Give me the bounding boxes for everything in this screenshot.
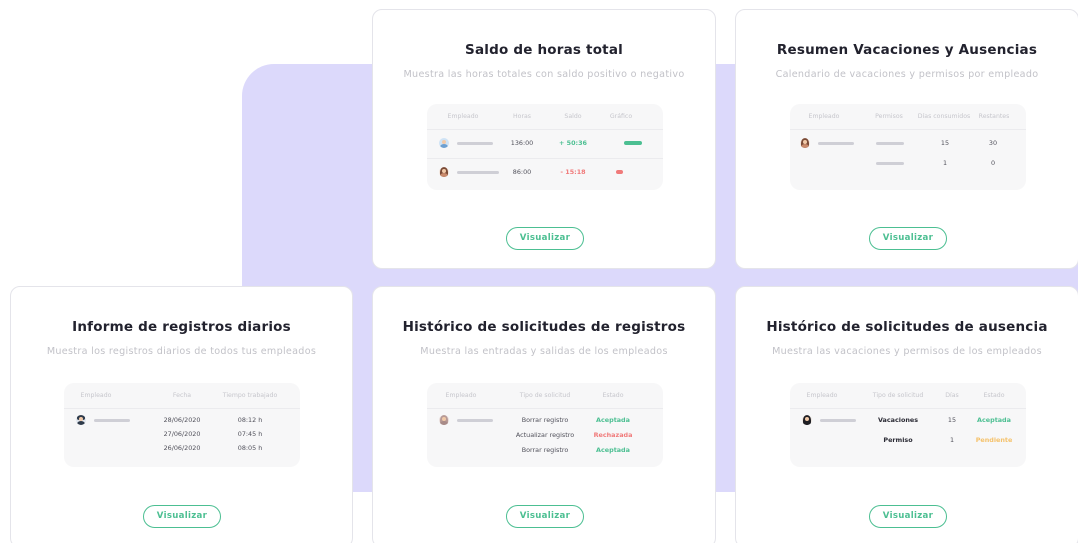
- status-badge: Pendiente: [975, 436, 1013, 444]
- request-type: Actualizar registro: [515, 431, 575, 439]
- card-historico-ausencia: Histórico de solicitudes de ausencia Mue…: [735, 286, 1078, 543]
- column-header: Días consumidos: [917, 113, 971, 120]
- column-header: Permisos: [875, 113, 903, 120]
- date-value: 27/06/2020: [163, 430, 201, 438]
- table-header: Empleado Tipo de solicitud Días Estado: [790, 383, 1026, 409]
- status-badge: Aceptada: [977, 416, 1011, 424]
- card-title: Resumen Vacaciones y Ausencias: [776, 42, 1038, 58]
- status-badge: Aceptada: [596, 446, 630, 454]
- column-header: Empleado: [447, 113, 479, 120]
- time-value: 08:05 h: [237, 444, 263, 452]
- preview-table: Empleado Fecha Tiempo trabajado 28/06/20…: [64, 383, 300, 467]
- card-informe-registros: Informe de registros diarios Muestra los…: [10, 286, 353, 543]
- table-header: Empleado Horas Saldo Gráfico: [427, 104, 663, 130]
- employee-name-placeholder: [457, 171, 499, 174]
- column-header: Tipo de solicitud: [872, 392, 924, 399]
- column-header: Empleado: [808, 113, 840, 120]
- time-value: 07:45 h: [237, 430, 263, 438]
- column-header: Tiempo trabajado: [222, 392, 278, 399]
- column-header: Empleado: [80, 392, 112, 399]
- avatar-icon: [76, 415, 86, 425]
- column-header: Gráfico: [609, 113, 633, 120]
- preview-table: Empleado Tipo de solicitud Estado Borrar…: [427, 383, 663, 467]
- permission-placeholder: [876, 162, 904, 165]
- card-description: Calendario de vacaciones y permisos por …: [775, 69, 1039, 80]
- date-value: 28/06/2020: [163, 416, 201, 424]
- days-consumed: 1: [942, 159, 948, 167]
- status-badge: Rechazada: [593, 431, 633, 439]
- days-consumed: 15: [940, 139, 950, 147]
- card-title: Informe de registros diarios: [72, 319, 291, 335]
- card-title: Histórico de solicitudes de registros: [402, 319, 686, 335]
- column-header: Estado: [602, 392, 624, 399]
- avatar-icon: [439, 138, 449, 148]
- request-type: Borrar registro: [521, 446, 569, 454]
- column-header: Saldo: [564, 113, 582, 120]
- visualizar-button[interactable]: Visualizar: [869, 227, 947, 250]
- column-header: Fecha: [172, 392, 192, 399]
- days-remaining: 30: [988, 139, 998, 147]
- days-remaining: 0: [990, 159, 996, 167]
- card-title: Histórico de solicitudes de ausencia: [766, 319, 1048, 335]
- hours-value: 136:00: [510, 139, 534, 147]
- preview-table: Empleado Tipo de solicitud Días Estado V…: [790, 383, 1026, 467]
- balance-bar: [624, 141, 642, 145]
- request-type: Borrar registro: [521, 416, 569, 424]
- table-header: Empleado Fecha Tiempo trabajado: [64, 383, 300, 409]
- table-header: Empleado Tipo de solicitud Estado: [427, 383, 663, 409]
- employee-name-placeholder: [94, 419, 130, 422]
- avatar-icon: [439, 415, 449, 425]
- card-description: Muestra los registros diarios de todos t…: [46, 346, 317, 357]
- employee-name-placeholder: [457, 142, 493, 145]
- column-header: Empleado: [445, 392, 477, 399]
- visualizar-button[interactable]: Visualizar: [869, 505, 947, 528]
- card-resumen-vacaciones: Resumen Vacaciones y Ausencias Calendari…: [735, 9, 1078, 269]
- permission-placeholder: [876, 142, 904, 145]
- column-header: Empleado: [806, 392, 838, 399]
- column-header: Estado: [983, 392, 1005, 399]
- visualizar-button[interactable]: Visualizar: [506, 505, 584, 528]
- table-header: Empleado Permisos Días consumidos Restan…: [790, 104, 1026, 130]
- request-type: Vacaciones: [877, 416, 919, 424]
- balance-value: + 50:36: [559, 139, 587, 147]
- date-value: 26/06/2020: [163, 444, 201, 452]
- avatar-icon: [439, 167, 449, 177]
- days-value: 15: [947, 416, 957, 424]
- card-historico-registros: Histórico de solicitudes de registros Mu…: [372, 286, 716, 543]
- avatar-icon: [800, 138, 810, 148]
- card-description: Muestra las vacaciones y permisos de los…: [772, 346, 1042, 357]
- column-header: Restantes: [978, 113, 1010, 120]
- preview-table: Empleado Permisos Días consumidos Restan…: [790, 104, 1026, 190]
- column-header: Días: [945, 392, 959, 399]
- avatar-icon: [802, 415, 812, 425]
- visualizar-button[interactable]: Visualizar: [143, 505, 221, 528]
- card-description: Muestra las horas totales con saldo posi…: [403, 69, 685, 80]
- column-header: Horas: [513, 113, 531, 120]
- employee-name-placeholder: [818, 142, 854, 145]
- time-value: 08:12 h: [237, 416, 263, 424]
- card-title: Saldo de horas total: [465, 42, 623, 58]
- employee-name-placeholder: [820, 419, 856, 422]
- column-header: Tipo de solicitud: [519, 392, 571, 399]
- status-badge: Aceptada: [596, 416, 630, 424]
- balance-bar: [616, 170, 623, 174]
- days-value: 1: [949, 436, 955, 444]
- card-description: Muestra las entradas y salidas de los em…: [420, 346, 668, 357]
- visualizar-button[interactable]: Visualizar: [506, 227, 584, 250]
- preview-table: Empleado Horas Saldo Gráfico 136:00 + 50…: [427, 104, 663, 190]
- employee-name-placeholder: [457, 419, 493, 422]
- card-saldo-horas: Saldo de horas total Muestra las horas t…: [372, 9, 716, 269]
- request-type: Permiso: [883, 436, 913, 444]
- balance-value: - 15:18: [560, 168, 586, 176]
- hours-value: 86:00: [512, 168, 532, 176]
